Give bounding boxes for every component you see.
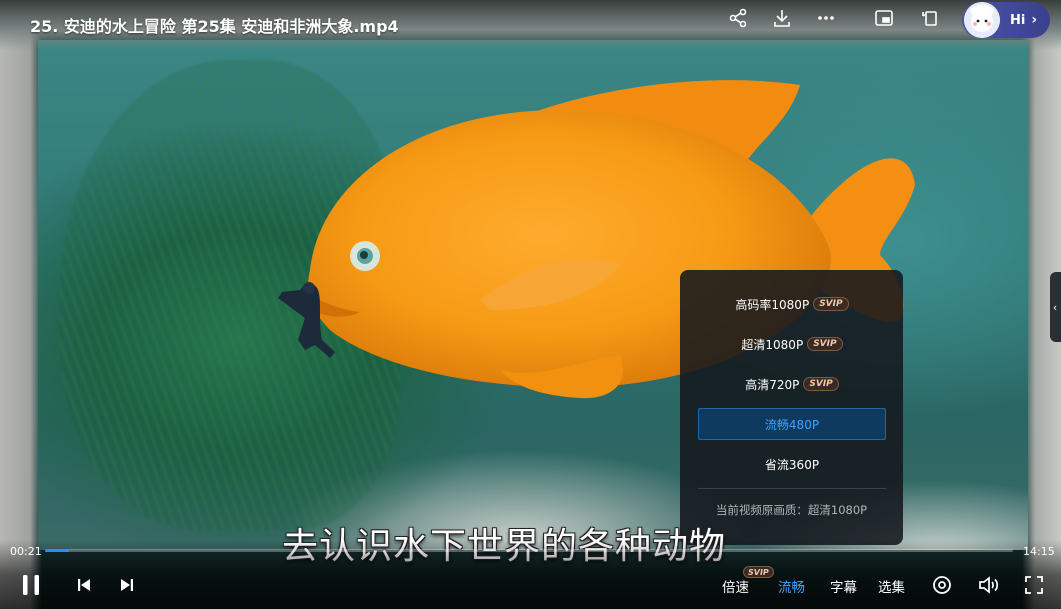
- quality-option-label: 省流360P: [764, 457, 820, 472]
- picture-in-picture-icon[interactable]: [873, 7, 895, 29]
- svip-badge: SVIP: [807, 337, 843, 351]
- chevron-right-icon: ›: [1031, 12, 1038, 28]
- pause-icon: [23, 575, 39, 595]
- rotate-icon[interactable]: [919, 7, 941, 29]
- assistant-avatar: [964, 2, 1000, 38]
- chevron-left-icon: ‹: [1052, 300, 1058, 314]
- volume-button[interactable]: [977, 573, 1001, 597]
- danmaku-button[interactable]: [930, 573, 954, 597]
- target-icon: [933, 576, 951, 594]
- quality-option-1080p-high-bitrate[interactable]: 高码率1080P SVIP: [698, 288, 886, 320]
- menu-divider: [698, 488, 886, 489]
- progress-fill: [45, 549, 70, 552]
- svip-badge: SVIP: [803, 377, 839, 391]
- share-icon[interactable]: [727, 7, 749, 29]
- quality-option-480p[interactable]: 流畅480P: [698, 408, 886, 440]
- speed-svip-badge: SVIP: [743, 566, 774, 578]
- speed-button[interactable]: 倍速: [722, 576, 749, 596]
- original-quality-note: 当前视频原画质：超清1080P: [715, 503, 868, 517]
- pause-button[interactable]: [18, 572, 44, 598]
- quality-button[interactable]: 流畅: [778, 576, 805, 596]
- fullscreen-button[interactable]: [1022, 573, 1046, 597]
- svip-badge: SVIP: [813, 297, 849, 311]
- quality-option-label: 高码率1080P: [735, 297, 810, 312]
- quality-option-label: 超清1080P: [741, 337, 804, 352]
- fullscreen-icon: [1025, 576, 1043, 594]
- current-time: 00:21: [10, 545, 42, 558]
- quality-option-360p[interactable]: 省流360P: [698, 448, 886, 480]
- assistant-hi-button[interactable]: Hi ›: [962, 2, 1050, 38]
- volume-icon: [979, 576, 999, 594]
- quality-option-label: 高清720P: [745, 377, 800, 392]
- side-panel-toggle[interactable]: ‹: [1050, 272, 1061, 342]
- download-icon[interactable]: [771, 7, 793, 29]
- next-button[interactable]: [117, 575, 137, 595]
- episodes-button[interactable]: 选集: [878, 576, 905, 596]
- quality-menu: 高码率1080P SVIP 超清1080P SVIP 高清720P SVIP 流…: [680, 270, 903, 545]
- subtitle-button[interactable]: 字幕: [830, 576, 857, 596]
- video-title: 25. 安迪的水上冒险 第25集 安迪和非洲大象.mp4: [30, 17, 399, 36]
- progress-bar[interactable]: [45, 549, 1013, 552]
- hi-label: Hi: [1010, 12, 1026, 28]
- total-time: 14:15: [1023, 545, 1055, 558]
- quality-option-720p[interactable]: 高清720P SVIP: [698, 368, 886, 400]
- more-icon[interactable]: [815, 7, 837, 29]
- skip-previous-icon: [78, 579, 90, 591]
- skip-next-icon: [121, 579, 133, 591]
- quality-option-label: 流畅480P: [764, 417, 820, 432]
- quality-option-1080p[interactable]: 超清1080P SVIP: [698, 328, 886, 360]
- previous-button[interactable]: [74, 575, 94, 595]
